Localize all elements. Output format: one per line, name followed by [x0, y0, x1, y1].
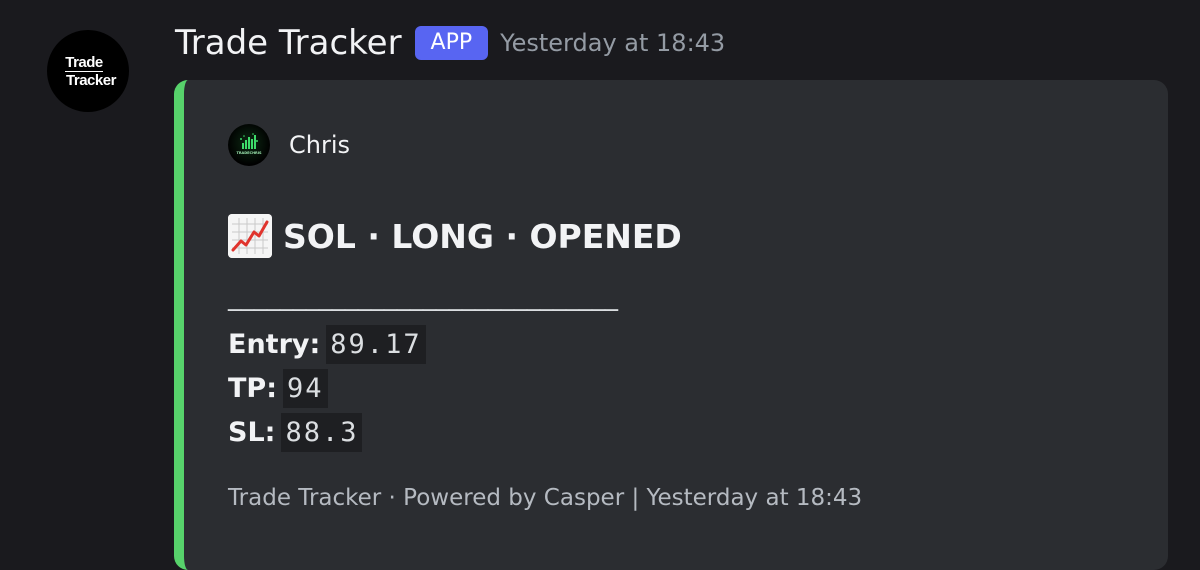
- sl-value: 88.3: [281, 413, 363, 452]
- tp-field: TP: 94: [228, 367, 328, 410]
- bot-username[interactable]: Trade Tracker: [175, 23, 402, 63]
- embed-card: TRADECHRIS Chris SOL · LONG · OPENED ___…: [174, 80, 1168, 570]
- avatar-logo-line-2: Tracker: [66, 71, 116, 89]
- message-header: Trade Tracker APP Yesterday at 18:43: [175, 20, 725, 66]
- tp-value: 94: [283, 369, 328, 408]
- author-logo-icon: TRADECHRIS: [236, 133, 262, 155]
- entry-value: 89.17: [326, 325, 426, 364]
- sl-label: SL:: [228, 417, 276, 448]
- entry-field: Entry: 89.17: [228, 323, 426, 366]
- embed-title: SOL · LONG · OPENED: [228, 214, 682, 258]
- message-timestamp[interactable]: Yesterday at 18:43: [500, 29, 725, 57]
- author-name[interactable]: Chris: [289, 131, 350, 159]
- tp-label: TP:: [228, 373, 278, 404]
- avatar-logo-line-1: Trade: [65, 53, 103, 72]
- bot-avatar[interactable]: Trade Tracker: [47, 30, 129, 112]
- entry-label: Entry:: [228, 329, 321, 360]
- sl-field: SL: 88.3: [228, 411, 363, 454]
- svg-text:TRADECHRIS: TRADECHRIS: [236, 151, 262, 155]
- embed-footer: Trade Tracker · Powered by Casper | Yest…: [228, 485, 863, 511]
- embed-divider: ______________________________: [228, 282, 618, 312]
- chart-increasing-icon: [228, 214, 272, 258]
- embed-author: TRADECHRIS Chris: [228, 124, 350, 166]
- author-avatar: TRADECHRIS: [228, 124, 270, 166]
- app-badge: APP: [414, 26, 489, 60]
- trade-title: SOL · LONG · OPENED: [283, 216, 682, 256]
